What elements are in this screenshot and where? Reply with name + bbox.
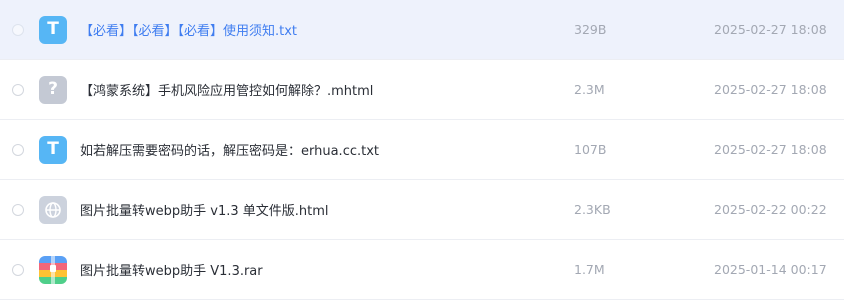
file-row[interactable]: 图片批量转webp助手 V1.3.rar 1.7M 2025-01-14 00:… <box>0 240 844 300</box>
html-file-icon <box>39 195 67 224</box>
rar-archive-icon <box>39 255 67 284</box>
file-date: 2025-02-27 18:08 <box>714 22 827 37</box>
file-list: T 【必看】【必看】【必看】使用须知.txt 329B 2025-02-27 1… <box>0 0 844 300</box>
unknown-file-icon: ? <box>39 75 67 104</box>
file-size: 2.3KB <box>574 202 611 217</box>
row-select-radio[interactable] <box>12 83 24 96</box>
file-row[interactable]: T 如若解压需要密码的话，解压密码是：erhua.cc.txt 107B 202… <box>0 120 844 180</box>
file-name[interactable]: 【必看】【必看】【必看】使用须知.txt <box>80 20 297 39</box>
file-name[interactable]: 【鸿蒙系统】手机风险应用管控如何解除？.mhtml <box>80 80 373 99</box>
file-row[interactable]: T 【必看】【必看】【必看】使用须知.txt 329B 2025-02-27 1… <box>0 0 844 60</box>
file-date: 2025-02-22 00:22 <box>714 202 827 217</box>
file-size: 2.3M <box>574 82 605 97</box>
txt-file-icon: T <box>39 135 67 164</box>
file-size: 329B <box>574 22 607 37</box>
file-size: 107B <box>574 142 607 157</box>
row-select-radio[interactable] <box>12 143 24 156</box>
file-row[interactable]: 图片批量转webp助手 v1.3 单文件版.html 2.3KB 2025-02… <box>0 180 844 240</box>
row-select-radio[interactable] <box>12 23 24 36</box>
row-select-radio[interactable] <box>12 263 24 276</box>
file-size: 1.7M <box>574 262 605 277</box>
file-name[interactable]: 如若解压需要密码的话，解压密码是：erhua.cc.txt <box>80 140 379 159</box>
file-date: 2025-01-14 00:17 <box>714 262 827 277</box>
file-name[interactable]: 图片批量转webp助手 V1.3.rar <box>80 260 263 279</box>
file-name[interactable]: 图片批量转webp助手 v1.3 单文件版.html <box>80 200 329 219</box>
txt-file-icon: T <box>39 15 67 44</box>
file-row[interactable]: ? 【鸿蒙系统】手机风险应用管控如何解除？.mhtml 2.3M 2025-02… <box>0 60 844 120</box>
file-date: 2025-02-27 18:08 <box>714 82 827 97</box>
file-date: 2025-02-27 18:08 <box>714 142 827 157</box>
row-select-radio[interactable] <box>12 203 24 216</box>
